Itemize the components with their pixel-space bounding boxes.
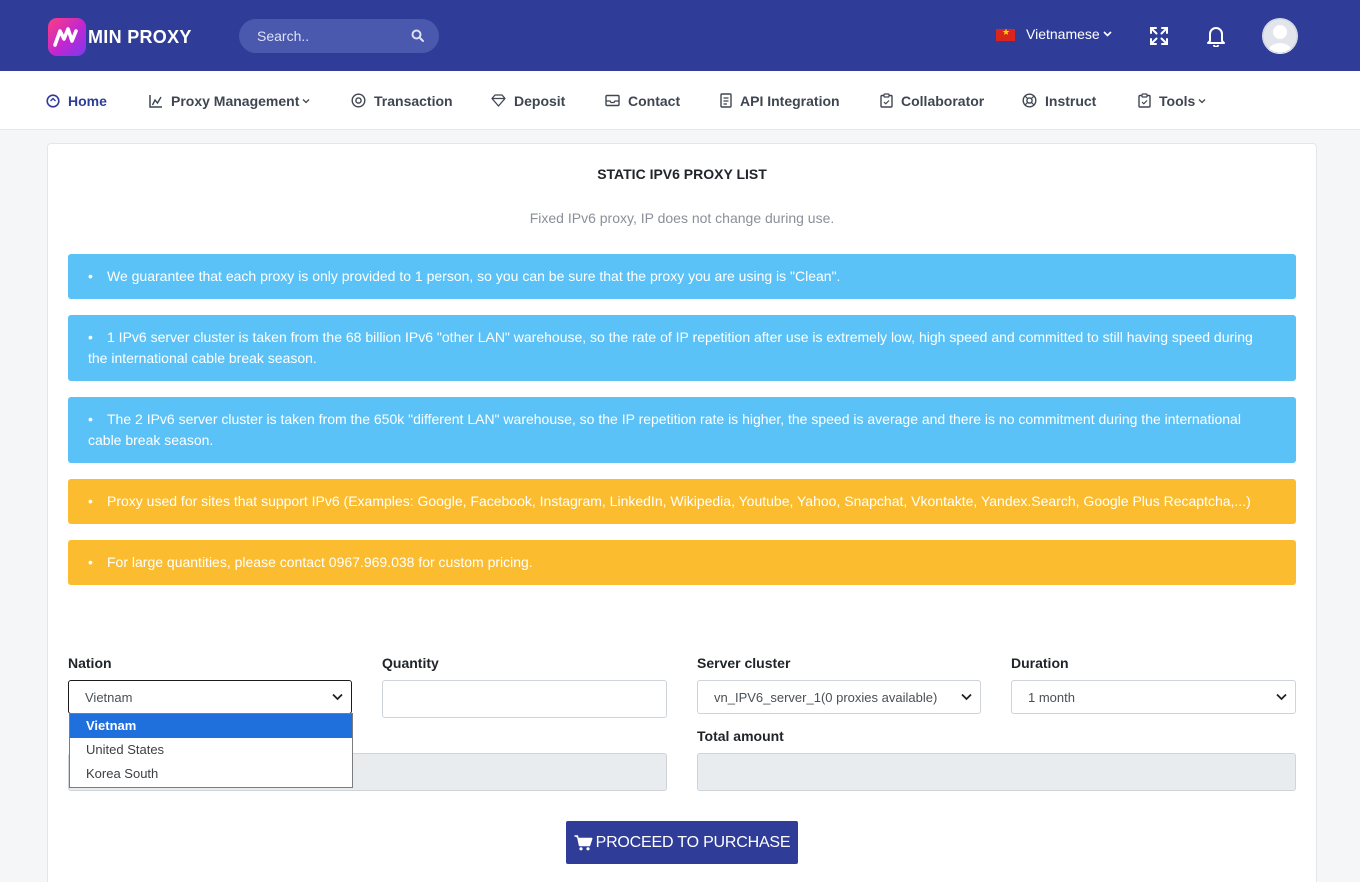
total-amount-label: Total amount [697, 728, 784, 744]
lifebuoy-icon [1022, 93, 1037, 108]
alert-text: Proxy used for sites that support IPv6 (… [107, 493, 1251, 509]
main-navigation: Home Proxy Management Transaction Deposi… [0, 71, 1360, 130]
brand-logo[interactable]: MIN PROXY [48, 18, 192, 56]
brand-name: MIN PROXY [88, 26, 192, 47]
search-input[interactable] [239, 19, 409, 53]
vietnam-flag-icon [996, 27, 1015, 41]
top-bar: MIN PROXY Vietnamese [0, 0, 1360, 71]
user-icon [1262, 18, 1298, 54]
proceed-to-purchase-label: PROCEED TO PURCHASE [595, 833, 791, 851]
document-icon [720, 93, 732, 108]
nation-select-value: Vietnam [85, 689, 133, 705]
bullet: • [88, 493, 93, 509]
bullet: • [88, 268, 93, 284]
language-label: Vietnamese [1026, 26, 1100, 42]
clipboard-icon [880, 93, 893, 108]
nation-select[interactable]: Vietnam [68, 680, 352, 714]
quantity-input[interactable] [382, 680, 667, 718]
proxy-purchase-card: STATIC IPV6 PROXY LIST Fixed IPv6 proxy,… [47, 143, 1317, 882]
alert-text: For large quantities, please contact 096… [107, 554, 533, 570]
bullet: • [88, 411, 93, 427]
nav-contact[interactable]: Contact [605, 71, 680, 130]
nav-contact-label: Contact [628, 92, 681, 109]
nav-tools[interactable]: Tools [1138, 71, 1214, 130]
nav-proxy-management[interactable]: Proxy Management [149, 71, 318, 130]
search-box [239, 19, 439, 53]
page-subtitle: Fixed IPv6 proxy, IP does not change dur… [529, 210, 835, 226]
nav-collaborator-label: Collaborator [901, 92, 985, 109]
user-avatar[interactable] [1262, 18, 1298, 54]
chevron-down-icon [332, 693, 343, 701]
duration-select-value: 1 month [1028, 689, 1075, 705]
nav-home-label: Home [68, 92, 107, 109]
chevron-down-icon [961, 693, 972, 701]
alert-text: 1 IPv6 server cluster is taken from the … [88, 329, 1253, 366]
page-title: STATIC IPV6 PROXY LIST [597, 166, 767, 182]
alert-server-cluster-2: • The 2 IPv6 server cluster is taken from… [68, 397, 1296, 463]
nav-api-integration-label: API Integration [740, 92, 840, 109]
alert-server-cluster-1: • 1 IPv6 server cluster is taken from the… [68, 315, 1296, 381]
chart-icon [149, 94, 162, 108]
shopping-cart-icon [574, 834, 593, 850]
bullet: • [88, 554, 93, 570]
nation-option[interactable]: Korea South [70, 762, 352, 786]
bell-icon[interactable] [1206, 25, 1226, 47]
diamond-icon [491, 94, 506, 107]
chevron-down-icon [1276, 693, 1287, 701]
bullet: • [88, 329, 93, 345]
alert-ipv6-sites: • Proxy used for sites that support IPv6 … [68, 479, 1296, 524]
nav-api-integration[interactable]: API Integration [720, 71, 840, 130]
inbox-icon [605, 94, 620, 107]
nav-transaction[interactable]: Transaction [351, 71, 453, 130]
nation-dropdown-list: Vietnam United States Korea South [69, 713, 353, 788]
alert-text: We guarantee that each proxy is only pro… [107, 268, 841, 284]
total-amount-field [697, 753, 1296, 791]
home-circle-icon [46, 93, 60, 108]
nav-deposit-label: Deposit [514, 92, 566, 109]
nav-transaction-label: Transaction [374, 92, 453, 109]
chevron-down-icon [1198, 98, 1206, 103]
duration-select[interactable]: 1 month [1011, 680, 1296, 714]
nation-option[interactable]: United States [70, 738, 352, 762]
quantity-label: Quantity [382, 655, 439, 671]
clipboard-icon [1138, 93, 1151, 108]
server-cluster-select[interactable]: vn_IPV6_server_1(0 proxies available) [697, 680, 981, 714]
nav-home[interactable]: Home [46, 71, 107, 130]
search-icon[interactable] [411, 29, 425, 43]
server-cluster-label: Server cluster [697, 655, 791, 671]
target-icon [351, 93, 366, 108]
nav-collaborator[interactable]: Collaborator [880, 71, 984, 130]
nav-instruct-label: Instruct [1045, 92, 1097, 109]
duration-label: Duration [1011, 655, 1069, 671]
alert-large-quantities: • For large quantities, please contact 09… [68, 540, 1296, 585]
nav-tools-label: Tools [1159, 92, 1196, 109]
alert-clean-guarantee: • We guarantee that each proxy is only pr… [68, 254, 1296, 299]
nav-deposit[interactable]: Deposit [491, 71, 565, 130]
server-cluster-select-value: vn_IPV6_server_1(0 proxies available) [714, 689, 938, 705]
nav-proxy-management-label: Proxy Management [171, 92, 300, 109]
alert-text: The 2 IPv6 server cluster is taken from … [88, 411, 1241, 448]
chevron-down-icon [1103, 31, 1112, 37]
logo-mark-icon [48, 18, 86, 56]
nation-option[interactable]: Vietnam [70, 714, 352, 738]
fullscreen-icon[interactable] [1149, 26, 1169, 46]
chevron-down-icon [302, 98, 310, 103]
nav-instruct[interactable]: Instruct [1022, 71, 1096, 130]
nation-label: Nation [68, 655, 112, 671]
language-selector[interactable]: Vietnamese [996, 26, 1112, 42]
proceed-to-purchase-button[interactable]: PROCEED TO PURCHASE [566, 821, 798, 864]
